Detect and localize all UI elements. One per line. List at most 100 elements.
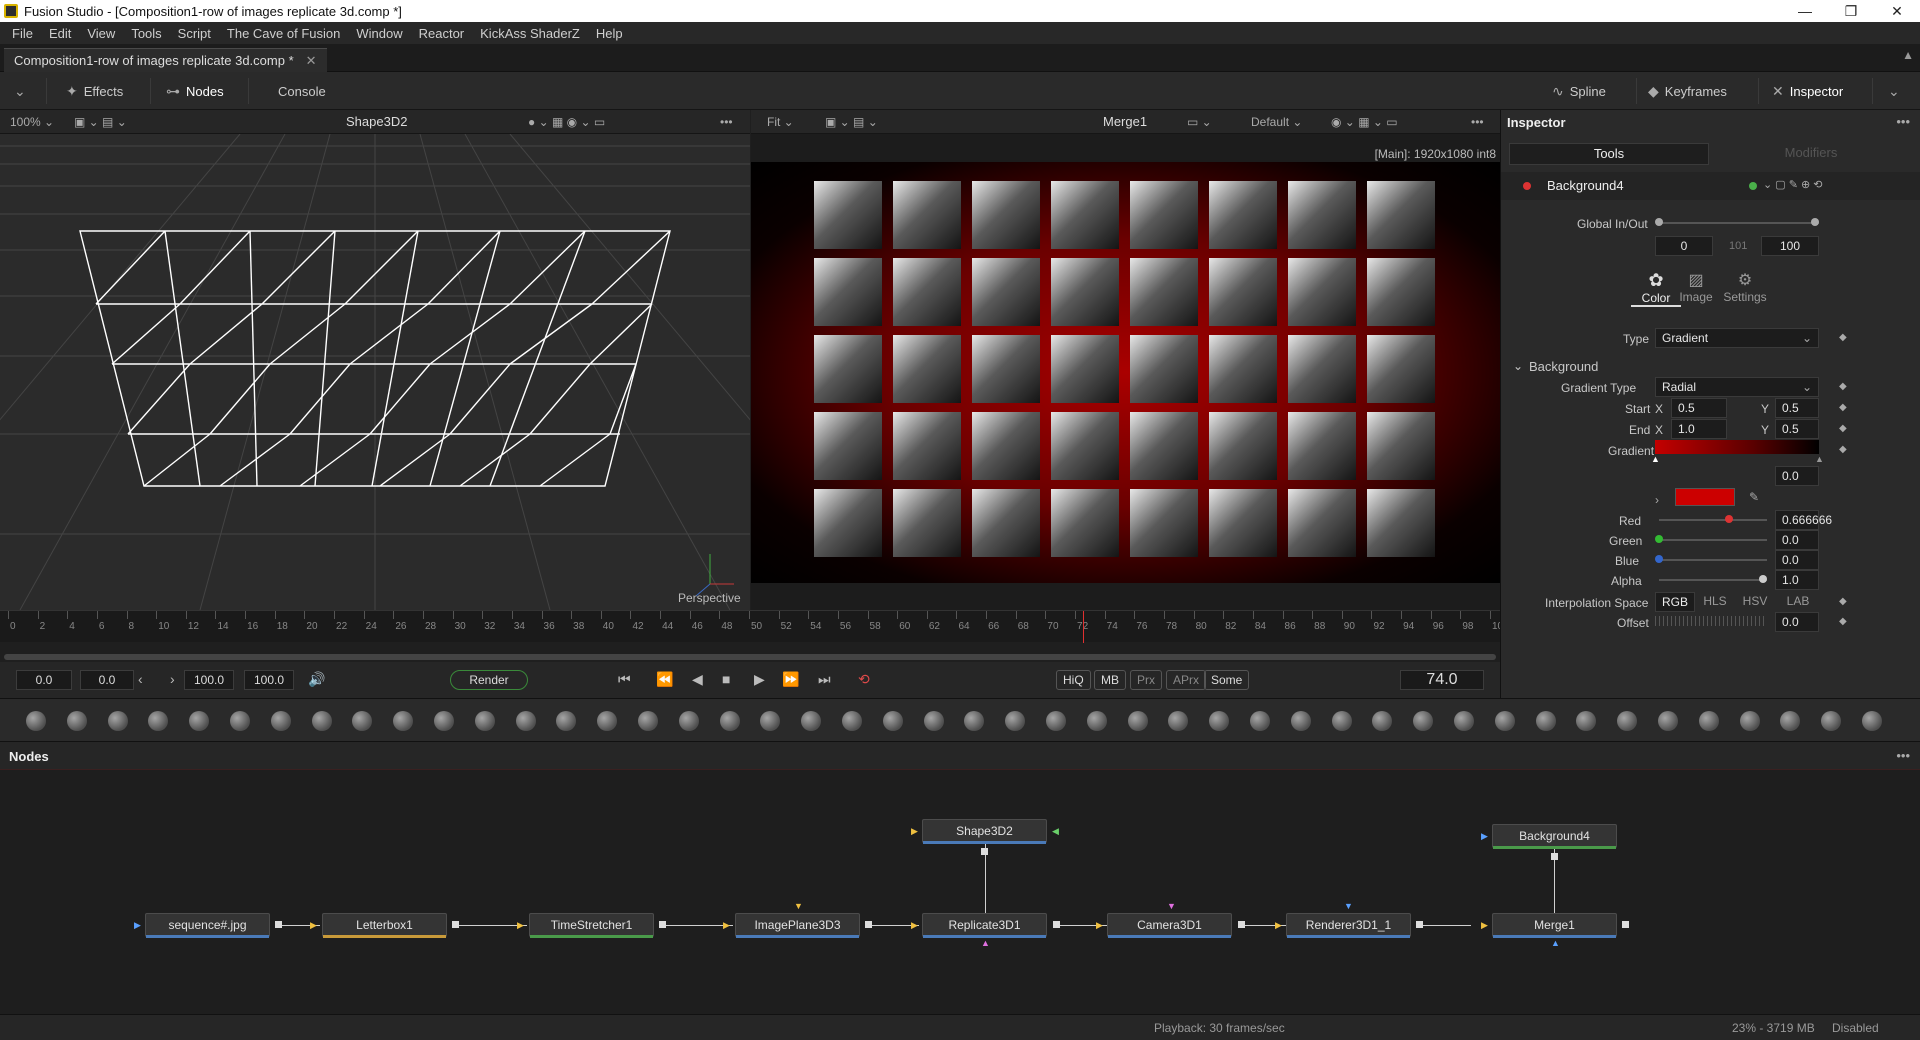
some-toggle[interactable]: Some — [1204, 670, 1250, 690]
tool-shortcut-icon[interactable] — [515, 711, 536, 731]
toolbar-right-collapse-button[interactable]: ⌄ — [1888, 80, 1900, 102]
section-chevron-icon[interactable]: ⌄ — [1513, 359, 1523, 373]
red-slider[interactable] — [1659, 519, 1767, 521]
input-triangle-icon[interactable]: ▲ — [1551, 938, 1560, 948]
tool-shortcut-icon[interactable] — [1046, 711, 1066, 731]
input-triangle-icon[interactable]: ▶ — [723, 920, 730, 931]
global-out-field[interactable]: 100 — [1761, 236, 1819, 256]
green-slider[interactable] — [1659, 539, 1767, 541]
right-viewer-controls-icon[interactable]: ◉ ⌄ ▦ ⌄ ▭ — [1331, 115, 1398, 129]
rewind-icon[interactable]: ⏪ — [656, 671, 673, 688]
tool-shortcut-icon[interactable] — [1780, 711, 1801, 731]
tool-shortcut-icon[interactable] — [1617, 711, 1638, 731]
tool-shortcut-icon[interactable] — [719, 711, 740, 731]
alpha-slider-handle[interactable] — [1759, 575, 1767, 583]
tool-active-dot-icon[interactable] — [1523, 182, 1531, 190]
right-viewer-options-icon[interactable]: ▣ ⌄ ▤ ⌄ — [825, 115, 878, 129]
node-renderer3d[interactable]: Renderer3D1_1 — [1286, 913, 1411, 938]
keyframe-diamond-icon[interactable]: ◆ — [1839, 616, 1847, 627]
output-port[interactable] — [1416, 921, 1423, 928]
output-port[interactable] — [1238, 921, 1245, 928]
input-triangle-icon[interactable]: ▼ — [794, 901, 803, 911]
close-tab-icon[interactable]: ✕ — [306, 53, 317, 69]
input-triangle-icon[interactable]: ◀ — [1052, 826, 1059, 837]
tool-shortcut-icon[interactable] — [107, 711, 128, 731]
color-swatch[interactable] — [1675, 488, 1735, 506]
subtab-image[interactable]: ▨ Image — [1671, 270, 1721, 304]
output-port[interactable] — [865, 921, 872, 928]
play-reverse-icon[interactable]: ◀ — [692, 671, 703, 688]
node-timestretcher[interactable]: TimeStretcher1 — [529, 913, 654, 938]
end-y-field[interactable]: 0.5 — [1775, 419, 1819, 439]
global-start-field[interactable]: 0.0 — [16, 670, 72, 690]
tool-shortcut-icon[interactable] — [393, 711, 414, 731]
tool-shortcut-icon[interactable] — [1658, 711, 1678, 731]
gradient-stop-start-icon[interactable]: ▲ — [1651, 454, 1660, 464]
tool-shortcut-icon[interactable] — [556, 711, 577, 731]
alpha-slider[interactable] — [1659, 579, 1767, 581]
red-slider-handle[interactable] — [1725, 515, 1733, 523]
tool-shortcut-icon[interactable] — [434, 711, 454, 731]
start-y-field[interactable]: 0.5 — [1775, 398, 1819, 418]
aprx-toggle[interactable]: APrx — [1166, 670, 1207, 690]
inspector-button[interactable]: ✕ Inspector — [1772, 80, 1843, 102]
hiq-toggle[interactable]: HiQ — [1056, 670, 1091, 690]
right-viewer-channel-icon[interactable]: ▭ ⌄ — [1187, 115, 1212, 129]
interp-rgb-button[interactable]: RGB — [1655, 592, 1695, 612]
input-triangle-icon[interactable]: ▶ — [1481, 920, 1488, 931]
node-replicate3d[interactable]: Replicate3D1 — [922, 913, 1047, 938]
gradient-type-dropdown[interactable]: Radial ⌄ — [1655, 377, 1819, 397]
menu-kickass-shaderz[interactable]: KickAss ShaderZ — [472, 26, 588, 41]
eyedropper-icon[interactable]: ✎ — [1749, 490, 1759, 504]
output-port[interactable] — [452, 921, 459, 928]
tool-shortcut-icon[interactable] — [638, 711, 658, 731]
mb-toggle[interactable]: MB — [1094, 670, 1126, 690]
blue-slider[interactable] — [1659, 559, 1767, 561]
menu-script[interactable]: Script — [170, 26, 219, 41]
global-out-handle[interactable] — [1811, 218, 1819, 226]
tool-shortcut-icon[interactable] — [882, 711, 903, 731]
output-port[interactable] — [1551, 853, 1558, 860]
gradient-position-field[interactable]: 0.0 — [1775, 466, 1819, 486]
input-triangle-icon[interactable]: ▼ — [1167, 901, 1176, 911]
menu-cave-of-fusion[interactable]: The Cave of Fusion — [219, 26, 348, 41]
close-window-button[interactable]: ✕ — [1874, 3, 1920, 20]
left-viewer-options-icon[interactable]: ▣ ⌄ ▤ ⌄ — [74, 115, 127, 129]
interp-lab-button[interactable]: LAB — [1777, 592, 1819, 612]
offset-slider[interactable] — [1655, 616, 1767, 626]
nodes-button[interactable]: ⊶ Nodes — [166, 80, 224, 102]
keyframe-diamond-icon[interactable]: ◆ — [1839, 381, 1847, 392]
tool-shortcut-icon[interactable] — [1698, 711, 1719, 731]
input-triangle-icon[interactable]: ▶ — [1481, 831, 1488, 842]
tool-shortcut-icon[interactable] — [1372, 711, 1393, 731]
loop-icon[interactable]: ⟲ — [858, 671, 870, 688]
tool-shortcut-icon[interactable] — [678, 711, 699, 731]
tool-shortcut-icon[interactable] — [1862, 711, 1882, 731]
color-expand-chevron-icon[interactable]: › — [1655, 493, 1659, 507]
camera-label[interactable]: Perspective — [678, 591, 741, 605]
input-triangle-icon[interactable]: ▶ — [911, 826, 918, 837]
input-triangle-icon[interactable]: ▶ — [911, 920, 918, 931]
tool-shortcut-icon[interactable] — [1413, 711, 1434, 731]
tool-shortcut-icon[interactable] — [1250, 711, 1270, 731]
tool-shortcut-icon[interactable] — [1454, 711, 1474, 731]
menu-file[interactable]: File — [4, 26, 41, 41]
menu-help[interactable]: Help — [588, 26, 631, 41]
left-viewer-menu-icon[interactable]: ••• — [720, 115, 733, 129]
input-triangle-icon[interactable]: ▲ — [981, 938, 990, 948]
playhead[interactable] — [1082, 611, 1084, 643]
go-to-end-icon[interactable]: ⏭ — [818, 671, 831, 688]
type-dropdown[interactable]: Gradient ⌄ — [1655, 328, 1819, 348]
console-button[interactable]: Console — [278, 80, 326, 102]
tool-shortcut-icon[interactable] — [760, 711, 781, 731]
current-frame-field[interactable]: 74.0 — [1400, 670, 1484, 690]
input-triangle-icon[interactable]: ▶ — [134, 920, 141, 931]
red-field[interactable]: 0.666666 — [1775, 510, 1832, 530]
tool-shortcut-icon[interactable] — [1576, 711, 1597, 731]
start-x-field[interactable]: 0.5 — [1671, 398, 1727, 418]
audio-icon[interactable]: 🔊 — [308, 671, 325, 688]
tool-shortcut-icon[interactable] — [1168, 711, 1189, 731]
alpha-field[interactable]: 1.0 — [1775, 570, 1819, 590]
tab-tools[interactable]: Tools — [1509, 143, 1709, 165]
right-viewer-output[interactable]: [Main]: 1920x1080 int8 — [751, 134, 1500, 610]
